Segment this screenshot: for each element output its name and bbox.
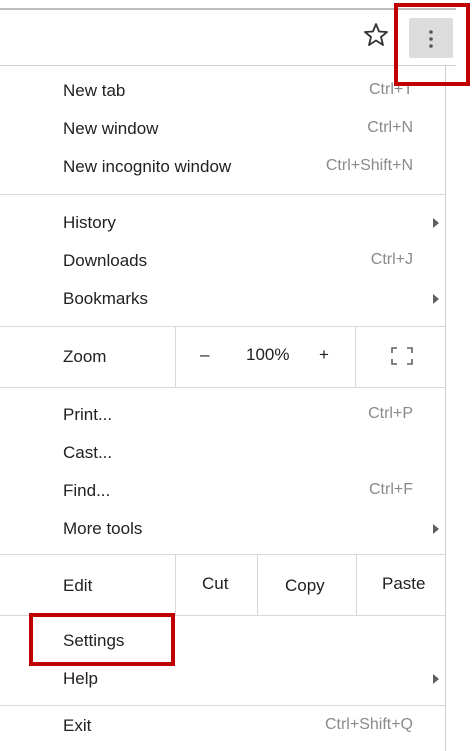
cut-label: Cut [202,574,229,593]
menu-item-label: New window [63,119,159,138]
menu-item-exit[interactable]: Exit Ctrl+Shift+Q [0,707,445,745]
menu-item-cast[interactable]: Cast... [0,434,445,472]
menu-item-label: Find... [63,481,111,500]
menu-item-print[interactable]: Print... Ctrl+P [0,396,445,434]
submenu-arrow-icon [433,218,439,228]
browser-toolbar [0,10,456,66]
menu-item-label: More tools [63,519,143,538]
menu-item-downloads[interactable]: Downloads Ctrl+J [0,242,445,280]
menu-item-label: New tab [63,81,126,100]
menu-item-shortcut: Ctrl+Shift+Q [324,716,413,733]
paste-button[interactable]: Paste [356,555,446,615]
zoom-level: 100% [246,345,290,364]
bookmark-star-icon[interactable] [362,19,390,49]
submenu-arrow-icon [433,674,439,684]
menu-item-shortcut: Ctrl+P [368,405,413,422]
menu-button-highlight [394,3,470,86]
paste-label: Paste [382,574,426,593]
menu-row-zoom: Zoom – 100% + [0,327,445,387]
menu-item-label: Help [63,669,98,688]
menu-item-shortcut: Ctrl+F [369,481,413,498]
cut-button[interactable]: Cut [175,555,258,615]
submenu-arrow-icon [433,524,439,534]
menu-item-shortcut: Ctrl+N [367,119,413,136]
menu-item-more-tools[interactable]: More tools [0,510,445,548]
menu-item-label: Bookmarks [63,289,149,308]
zoom-controls: – 100% + [175,327,356,387]
menu-item-new-incognito-window[interactable]: New incognito window Ctrl+Shift+N [0,148,445,186]
menu-item-label: History [63,213,116,232]
menu-item-label: Print... [63,405,113,424]
menu-separator [0,705,445,706]
menu-item-label: Cast... [63,443,113,462]
fullscreen-icon [391,347,413,365]
menu-separator [0,194,445,195]
copy-label: Copy [285,576,325,595]
menu-separator [0,387,445,388]
settings-highlight [29,613,175,666]
menu-item-label: Downloads [63,251,148,270]
menu-item-shortcut: Ctrl+J [370,251,413,268]
zoom-in-button[interactable]: + [315,345,333,365]
edit-label: Edit [63,576,93,595]
menu-item-find[interactable]: Find... Ctrl+F [0,472,445,510]
menu-item-new-tab[interactable]: New tab Ctrl+T [0,72,445,110]
menu-row-edit: Edit Cut Copy Paste [0,555,445,615]
menu-item-history[interactable]: History [0,204,445,242]
copy-button[interactable]: Copy [257,555,357,615]
fullscreen-button[interactable] [355,327,446,387]
menu-item-new-window[interactable]: New window Ctrl+N [0,110,445,148]
menu-item-label: Exit [63,716,92,735]
submenu-arrow-icon [433,294,439,304]
zoom-label: Zoom [63,347,107,366]
menu-item-shortcut: Ctrl+Shift+N [325,157,413,174]
menu-item-label: New incognito window [63,157,232,176]
zoom-out-button[interactable]: – [196,345,213,365]
menu-item-bookmarks[interactable]: Bookmarks [0,280,445,318]
